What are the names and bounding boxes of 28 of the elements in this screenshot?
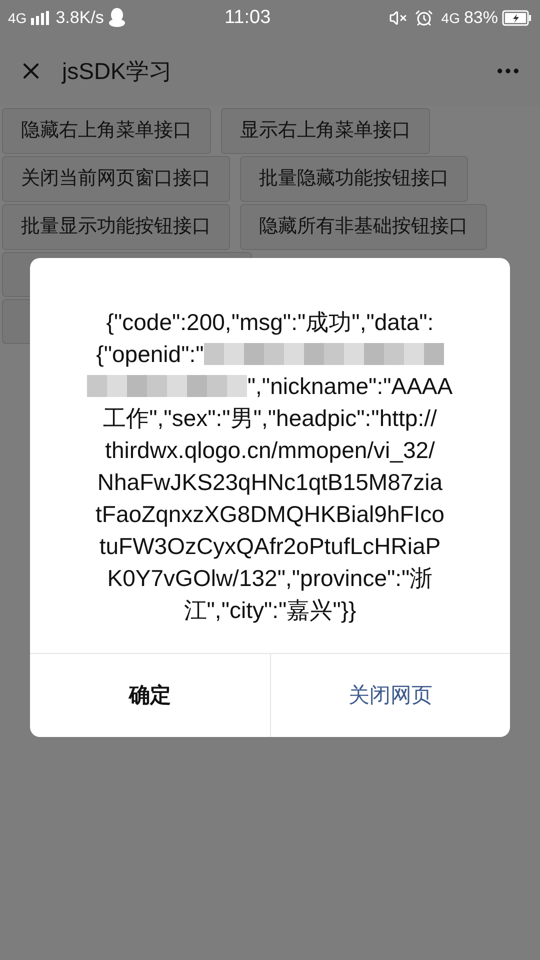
network-type: 4G <box>8 8 27 28</box>
network-speed: 3.8K/s <box>56 7 104 30</box>
data-network: 4G <box>441 8 460 28</box>
signal-icon <box>30 11 50 25</box>
dialog-message-line: tuFW3OzCyxQAfr2oPtufLcHRiaP <box>99 532 441 561</box>
close-page-button[interactable]: 关闭网页 <box>270 654 510 737</box>
api-button[interactable]: 隐藏所有非基础按钮接口 <box>240 204 487 250</box>
api-button[interactable]: 批量显示功能按钮接口 <box>2 204 230 250</box>
battery-percent: 83% <box>464 7 498 30</box>
api-button[interactable]: 关闭当前网页窗口接口 <box>2 156 230 202</box>
dialog-message-line: {"openid":" <box>96 340 204 369</box>
mute-icon <box>389 9 408 27</box>
dialog-message-line: {"code":200,"msg":"成功","data": <box>106 308 434 337</box>
dialog-message-line: K0Y7vGOlw/132","province":"浙 <box>107 564 433 593</box>
dialog-message-line: tFaoZqnxzXG8DMQHKBial9hFIco <box>96 500 444 529</box>
api-button[interactable]: 显示右上角菜单接口 <box>221 108 430 154</box>
dialog-message-line: 工作","sex":"男","headpic":"http:// <box>103 404 437 433</box>
api-button[interactable]: 批量隐藏功能按钮接口 <box>240 156 468 202</box>
alarm-icon <box>415 9 434 27</box>
dialog-message-line: 江","city":"嘉兴"}} <box>184 596 356 625</box>
battery-charging-icon <box>502 10 532 26</box>
dialog-message-line: NhaFwJKS23qHNc1qtB15M87zia <box>97 468 443 497</box>
dialog-message-line: ","nickname":"AAAA <box>247 372 453 400</box>
clock-time: 11:03 <box>224 6 271 30</box>
dialog-message-line: thirdwx.qlogo.cn/mmopen/vi_32/ <box>105 436 435 465</box>
confirm-button[interactable]: 确定 <box>30 654 270 737</box>
api-button[interactable]: 隐藏右上角菜单接口 <box>2 108 211 154</box>
page-title: jsSDK学习 <box>62 56 172 86</box>
